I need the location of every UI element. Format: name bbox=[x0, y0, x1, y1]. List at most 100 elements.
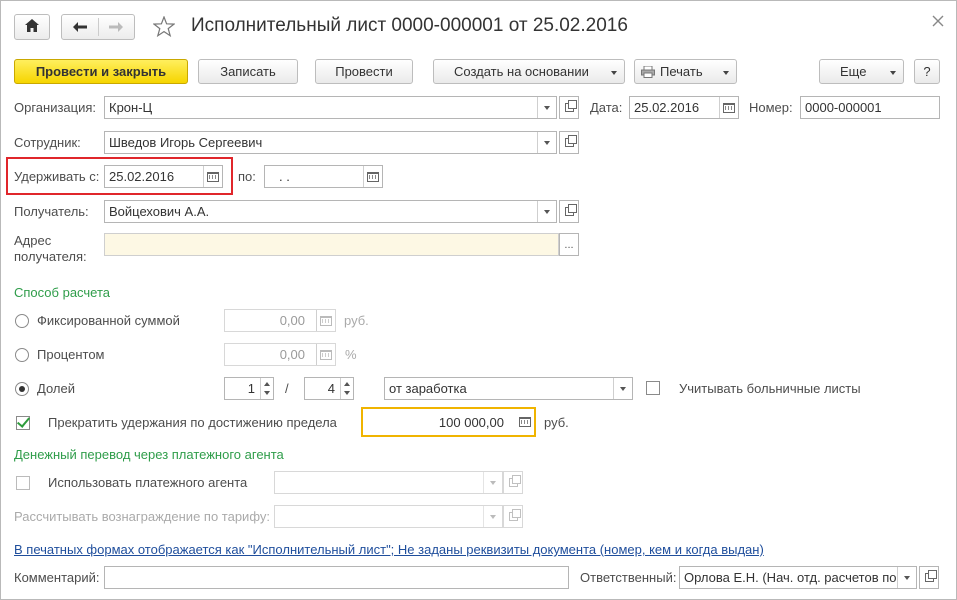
withhold-to-value: . . bbox=[279, 169, 290, 184]
recipient-address-label-line1: Адрес bbox=[14, 233, 52, 248]
withhold-from-value: 25.02.2016 bbox=[109, 169, 175, 184]
use-agent-checkbox[interactable] bbox=[16, 476, 30, 490]
share-numerator-value: 1 bbox=[247, 381, 255, 396]
calendar-button[interactable] bbox=[719, 97, 738, 118]
calculator-button[interactable] bbox=[316, 344, 335, 365]
close-icon[interactable] bbox=[932, 15, 944, 30]
organization-value: Крон-Ц bbox=[109, 100, 153, 115]
chevron-down-icon bbox=[890, 71, 896, 75]
limit-amount-field[interactable]: 100 000,00 bbox=[361, 407, 536, 437]
percent-label: Процентом bbox=[37, 347, 105, 362]
comment-field[interactable] bbox=[104, 566, 569, 589]
home-icon bbox=[25, 19, 39, 35]
back-arrow-icon[interactable] bbox=[62, 22, 98, 32]
employee-field[interactable]: Шведов Игорь Сергеевич bbox=[104, 131, 557, 154]
recipient-field[interactable]: Войцехович А.А. bbox=[104, 200, 557, 223]
dropdown-button[interactable] bbox=[897, 567, 916, 588]
print-label: Печать bbox=[660, 64, 703, 79]
recipient-label: Получатель: bbox=[14, 204, 89, 219]
agent-select[interactable] bbox=[274, 471, 503, 494]
organization-field[interactable]: Крон-Ц bbox=[104, 96, 557, 119]
dropdown-button[interactable] bbox=[537, 97, 556, 118]
spin-buttons[interactable] bbox=[260, 378, 273, 399]
create-based-on-button[interactable]: Создать на основании bbox=[433, 59, 625, 84]
share-label: Долей bbox=[37, 381, 75, 396]
fee-tariff-select[interactable] bbox=[274, 505, 503, 528]
calendar-icon bbox=[207, 171, 219, 182]
limit-amount-value: 100 000,00 bbox=[438, 415, 504, 430]
sick-leave-checkbox[interactable] bbox=[646, 381, 660, 395]
spin-buttons[interactable] bbox=[340, 378, 353, 399]
post-and-close-button[interactable]: Провести и закрыть bbox=[14, 59, 188, 84]
withhold-from-field[interactable]: 25.02.2016 bbox=[104, 165, 223, 188]
recipient-address-label: Адрес получателя: bbox=[14, 233, 87, 265]
share-denominator-value: 4 bbox=[327, 381, 335, 396]
open-window-icon bbox=[564, 100, 577, 112]
dropdown-button[interactable] bbox=[483, 472, 502, 493]
recipient-address-field[interactable] bbox=[104, 233, 559, 256]
help-button[interactable]: ? bbox=[914, 59, 940, 84]
responsible-label: Ответственный: bbox=[580, 570, 677, 585]
recipient-address-label-line2: получателя: bbox=[14, 249, 87, 264]
share-radio[interactable] bbox=[15, 382, 29, 396]
withhold-to-field[interactable]: . . bbox=[264, 165, 383, 188]
agent-section-title: Денежный перевод через платежного агента bbox=[14, 447, 284, 462]
print-button[interactable]: Печать bbox=[634, 59, 737, 84]
agent-open-button[interactable] bbox=[503, 471, 523, 494]
percent-field[interactable]: 0,00 bbox=[224, 343, 336, 366]
limit-checkbox[interactable] bbox=[16, 416, 30, 430]
withhold-to-label: по: bbox=[238, 169, 256, 184]
printer-icon bbox=[641, 65, 655, 78]
sick-leave-label: Учитывать больничные листы bbox=[679, 381, 861, 396]
forward-arrow-icon[interactable] bbox=[98, 22, 134, 32]
post-button[interactable]: Провести bbox=[315, 59, 413, 84]
percent-radio[interactable] bbox=[15, 348, 29, 362]
spin-down-icon bbox=[344, 391, 350, 395]
favorite-star-icon[interactable] bbox=[152, 15, 176, 40]
dropdown-button[interactable] bbox=[613, 378, 632, 399]
save-button[interactable]: Записать bbox=[198, 59, 298, 84]
organization-label: Организация: bbox=[14, 100, 97, 115]
fixed-sum-radio[interactable] bbox=[15, 314, 29, 328]
calendar-button[interactable] bbox=[203, 166, 222, 187]
date-field[interactable]: 25.02.2016 bbox=[629, 96, 739, 119]
share-numerator-field[interactable]: 1 bbox=[224, 377, 274, 400]
open-window-icon bbox=[508, 475, 521, 487]
fixed-sum-label: Фиксированной суммой bbox=[37, 313, 180, 328]
recipient-open-button[interactable] bbox=[559, 200, 579, 223]
employee-open-button[interactable] bbox=[559, 131, 579, 154]
calculator-button[interactable] bbox=[316, 310, 335, 331]
responsible-value: Орлова Е.Н. (Нач. отд. расчетов по bbox=[684, 570, 897, 585]
create-based-on-label: Создать на основании bbox=[454, 64, 589, 79]
calendar-button[interactable] bbox=[363, 166, 382, 187]
form-window: Исполнительный лист 0000-000001 от 25.02… bbox=[0, 0, 957, 600]
dropdown-button[interactable] bbox=[483, 506, 502, 527]
more-button[interactable]: Еще bbox=[819, 59, 904, 84]
more-label: Еще bbox=[840, 64, 867, 79]
home-button[interactable] bbox=[14, 14, 50, 40]
dropdown-button[interactable] bbox=[537, 132, 556, 153]
fixed-sum-field[interactable]: 0,00 bbox=[224, 309, 336, 332]
organization-open-button[interactable] bbox=[559, 96, 579, 119]
dropdown-button[interactable] bbox=[537, 201, 556, 222]
limit-label: Прекратить удержания по достижению преде… bbox=[48, 415, 337, 430]
percent-unit: % bbox=[345, 347, 357, 362]
date-label: Дата: bbox=[590, 100, 623, 115]
share-base-select[interactable]: от заработка bbox=[384, 377, 633, 400]
print-forms-link[interactable]: В печатных формах отображается как "Испо… bbox=[14, 542, 764, 557]
fee-tariff-open-button[interactable] bbox=[503, 505, 523, 528]
open-window-icon bbox=[564, 204, 577, 216]
spin-down-icon bbox=[264, 391, 270, 395]
fee-tariff-label: Рассчитывать вознаграждение по тарифу: bbox=[14, 509, 270, 524]
date-value: 25.02.2016 bbox=[634, 100, 700, 115]
number-field[interactable]: 0000-000001 bbox=[800, 96, 940, 119]
percent-value: 0,00 bbox=[279, 347, 305, 362]
share-denominator-field[interactable]: 4 bbox=[304, 377, 354, 400]
address-select-button[interactable]: ... bbox=[559, 233, 579, 256]
chevron-down-icon bbox=[611, 71, 617, 75]
calc-section-title: Способ расчета bbox=[14, 285, 111, 300]
calculator-button[interactable] bbox=[515, 409, 534, 435]
responsible-field[interactable]: Орлова Е.Н. (Нач. отд. расчетов по bbox=[679, 566, 917, 589]
chevron-down-icon bbox=[723, 71, 729, 75]
responsible-open-button[interactable] bbox=[919, 566, 939, 589]
